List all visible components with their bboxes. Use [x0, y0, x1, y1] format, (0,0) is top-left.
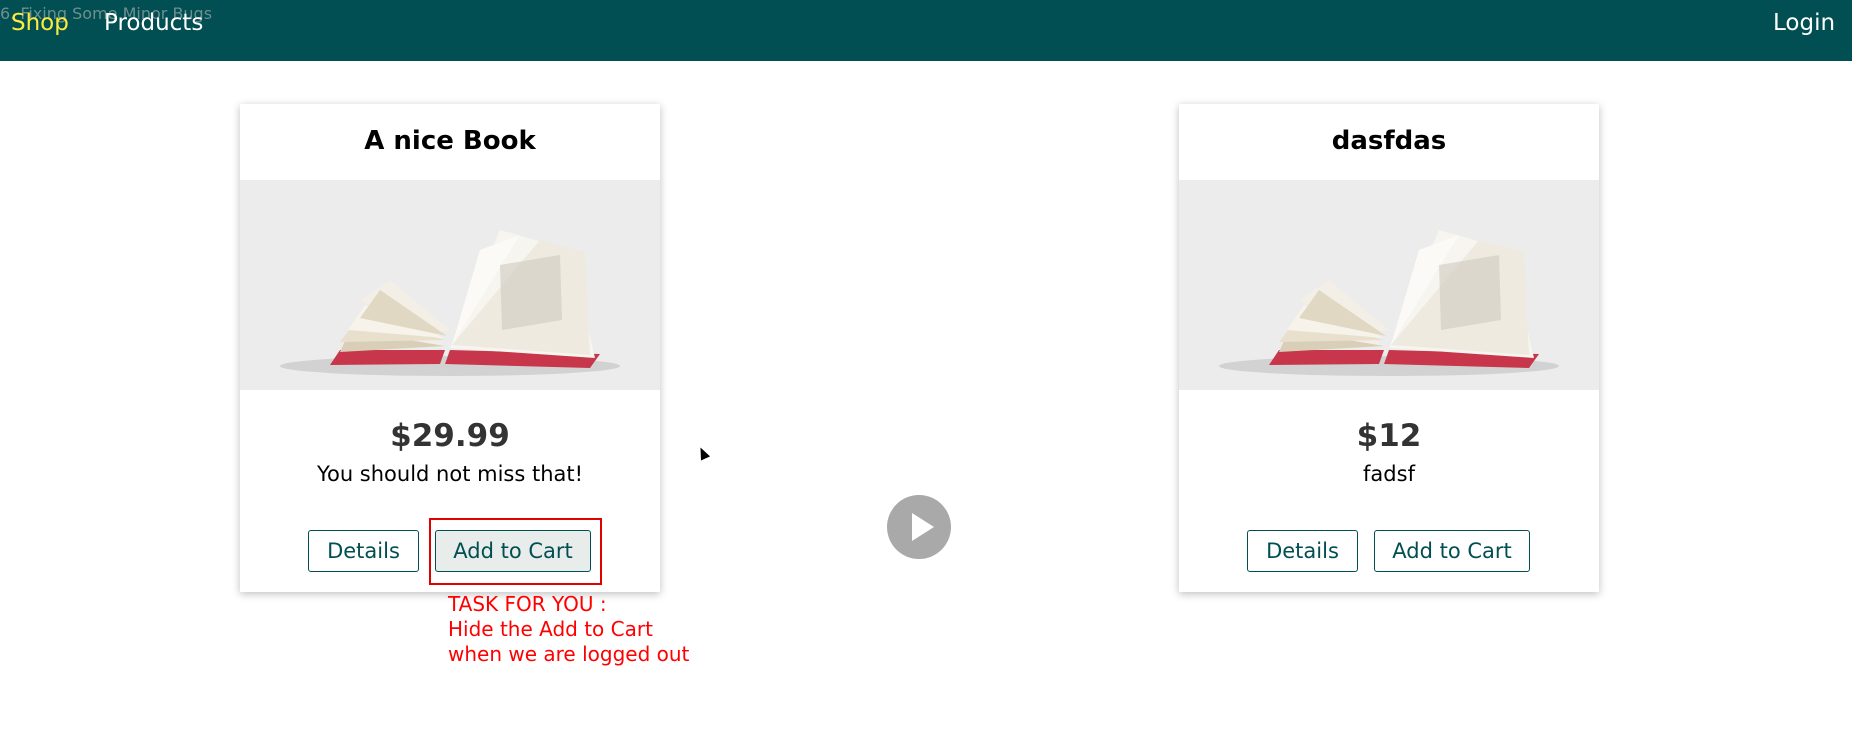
mouse-cursor-icon: [695, 445, 711, 461]
main-navbar: 6. Fixing Some Minor Bugs Shop Products …: [0, 0, 1852, 61]
product-title: dasfdas: [1331, 126, 1447, 156]
nav-link-shop[interactable]: Shop: [11, 10, 69, 36]
open-book-image: [240, 180, 660, 390]
video-play-button[interactable]: [887, 495, 951, 559]
add-to-cart-button[interactable]: Add to Cart: [435, 530, 591, 572]
nav-link-products[interactable]: Products: [104, 10, 203, 36]
product-image: [240, 180, 660, 390]
product-description: fadsf: [1363, 462, 1415, 486]
product-description: You should not miss that!: [316, 462, 584, 486]
product-title: A nice Book: [364, 126, 536, 156]
details-button[interactable]: Details: [308, 530, 419, 572]
open-book-image: [1179, 180, 1599, 390]
add-to-cart-button[interactable]: Add to Cart: [1374, 530, 1530, 572]
annotation-task-note: TASK FOR YOU : Hide the Add to Cart when…: [448, 592, 690, 666]
product-card: dasfdas $12 fadsf Details Add to Cart: [1179, 104, 1599, 592]
product-card: A nice Book $29.99 You should not miss t…: [240, 104, 660, 592]
details-button[interactable]: Details: [1247, 530, 1358, 572]
nav-link-login[interactable]: Login: [1773, 10, 1852, 36]
product-image: [1179, 180, 1599, 390]
product-price: $12: [1356, 418, 1422, 454]
product-price: $29.99: [390, 418, 510, 454]
